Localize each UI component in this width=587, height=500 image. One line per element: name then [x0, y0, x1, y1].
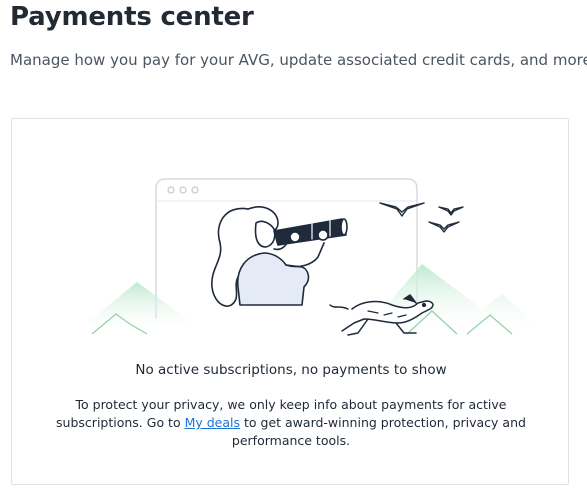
empty-desc-before-link: subscriptions. Go to	[56, 415, 185, 430]
right-mountain-graphic	[362, 264, 547, 335]
payments-empty-card: No active subscriptions, no payments to …	[11, 118, 569, 485]
empty-state-heading: No active subscriptions, no payments to …	[135, 362, 447, 378]
empty-desc-line1: To protect your privacy, we only keep in…	[75, 397, 507, 412]
woman-telescope-graphic	[211, 206, 348, 307]
left-mountain-graphic	[74, 282, 207, 335]
my-deals-link[interactable]: My deals	[185, 415, 240, 430]
empty-desc-line3: performance tools.	[231, 433, 351, 448]
empty-state-description: To protect your privacy, we only keep in…	[50, 396, 532, 450]
empty-desc-after-link: to get award-winning protection, privacy…	[240, 415, 526, 430]
empty-state-illustration	[74, 178, 547, 336]
birds-graphic	[379, 202, 464, 233]
page-title: Payments center	[10, 2, 254, 32]
page-subtitle: Manage how you pay for your AVG, update …	[10, 51, 587, 69]
